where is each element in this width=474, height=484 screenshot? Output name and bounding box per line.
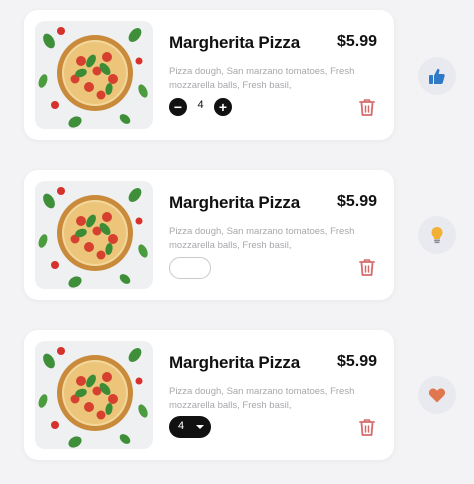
thumbs-up-icon bbox=[429, 68, 445, 84]
item-description: Pizza dough, San marzano tomatoes, Fresh… bbox=[169, 66, 355, 91]
pizza-image bbox=[35, 181, 153, 289]
cart-item-card: Margherita Pizza $5.99 Pizza dough, San … bbox=[24, 10, 394, 140]
quantity-stepper: − 4 + bbox=[169, 98, 235, 118]
pizza-image bbox=[35, 21, 153, 129]
pizza-icon bbox=[35, 21, 153, 129]
item-name: Margherita Pizza bbox=[169, 33, 300, 52]
trash-icon[interactable] bbox=[358, 257, 376, 277]
trash-icon[interactable] bbox=[358, 417, 376, 437]
quantity-dropdown[interactable]: 4 bbox=[169, 416, 211, 438]
increase-quantity-button[interactable]: + bbox=[214, 98, 232, 116]
cart-item-card: Margherita Pizza $5.99 Pizza dough, San … bbox=[24, 330, 394, 460]
pizza-image bbox=[35, 341, 153, 449]
item-price: $5.99 bbox=[336, 33, 377, 50]
decrease-quantity-button[interactable]: − bbox=[169, 98, 187, 116]
pizza-icon bbox=[35, 181, 153, 289]
item-name: Margherita Pizza bbox=[169, 193, 300, 212]
item-description: Pizza dough, San marzano tomatoes, Fresh… bbox=[169, 226, 355, 251]
item-price: $5.99 bbox=[336, 353, 377, 370]
item-description: Pizza dough, San marzano tomatoes, Fresh… bbox=[169, 386, 355, 411]
heart-button[interactable] bbox=[418, 376, 456, 414]
heart-icon bbox=[428, 388, 446, 403]
thumbs-up-button[interactable] bbox=[418, 57, 456, 95]
item-name: Margherita Pizza bbox=[169, 353, 300, 372]
item-price: $5.99 bbox=[336, 193, 377, 210]
quantity-value: 4 bbox=[197, 99, 204, 111]
trash-icon[interactable] bbox=[358, 97, 376, 117]
lightbulb-icon bbox=[431, 227, 443, 244]
chevron-down-icon bbox=[196, 425, 204, 429]
lightbulb-button[interactable] bbox=[418, 216, 456, 254]
cart-item-card: Margherita Pizza $5.99 Pizza dough, San … bbox=[24, 170, 394, 300]
quantity-input[interactable] bbox=[169, 257, 211, 279]
pizza-icon bbox=[35, 341, 153, 449]
quantity-selected-value: 4 bbox=[178, 420, 185, 432]
